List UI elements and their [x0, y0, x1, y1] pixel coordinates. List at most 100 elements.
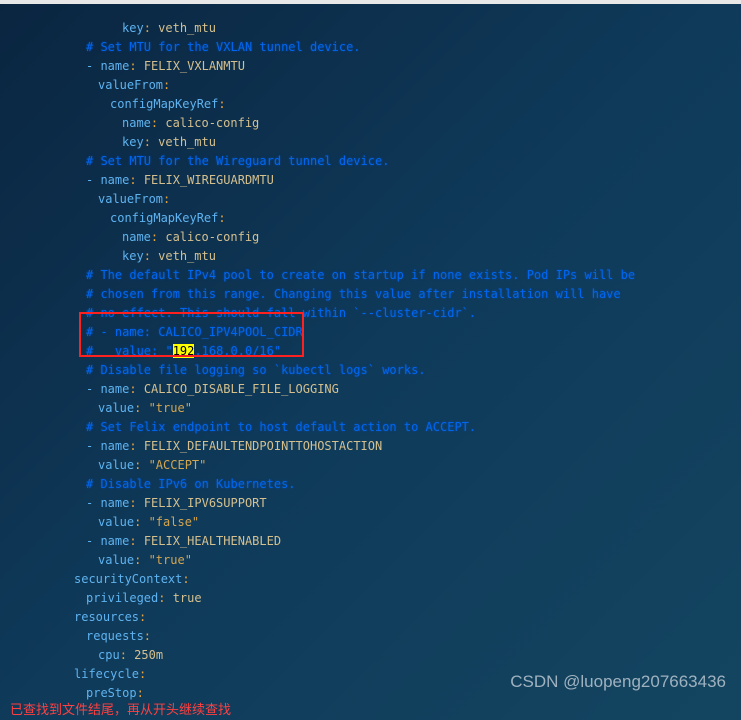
code-line[interactable]: value: "ACCEPT": [0, 456, 741, 475]
code-token: "false": [149, 515, 200, 529]
code-line[interactable]: # value: "192.168.0.0/16": [0, 342, 741, 361]
code-token: :: [218, 97, 225, 111]
code-token: value: [98, 401, 134, 415]
code-token: :: [129, 496, 143, 510]
code-line[interactable]: - name: FELIX_IPV6SUPPORT: [0, 494, 741, 513]
code-token: :: [129, 173, 143, 187]
code-token: CALICO_DISABLE_FILE_LOGGING: [144, 382, 339, 396]
code-token: FELIX_HEALTHENABLED: [144, 534, 281, 548]
code-token: -: [86, 534, 100, 548]
code-token: :: [134, 458, 148, 472]
code-token: name: [122, 116, 151, 130]
code-line[interactable]: # Set MTU for the VXLAN tunnel device.: [0, 38, 741, 57]
code-token: :: [163, 192, 170, 206]
code-line[interactable]: # - name: CALICO_IPV4POOL_CIDR: [0, 323, 741, 342]
code-token: 250m: [134, 648, 163, 662]
code-token: :: [158, 591, 172, 605]
code-line[interactable]: securityContext:: [0, 570, 741, 589]
code-token: :: [151, 230, 165, 244]
code-token: lifecycle: [74, 667, 139, 681]
code-token: # Set Felix endpoint to host default act…: [86, 420, 476, 434]
code-line[interactable]: cpu: 250m: [0, 646, 741, 665]
code-token: resources: [74, 610, 139, 624]
code-line[interactable]: - name: FELIX_HEALTHENABLED: [0, 532, 741, 551]
code-line[interactable]: valueFrom:: [0, 190, 741, 209]
code-line[interactable]: key: veth_mtu: [0, 247, 741, 266]
code-line[interactable]: # Disable file logging so `kubectl logs`…: [0, 361, 741, 380]
code-line[interactable]: - name: FELIX_VXLANMTU: [0, 57, 741, 76]
code-token: -: [86, 439, 100, 453]
code-line[interactable]: # no effect. This should fall within `--…: [0, 304, 741, 323]
code-token: key: [122, 21, 144, 35]
code-token: valueFrom: [98, 78, 163, 92]
code-token: name: [100, 382, 129, 396]
code-token: veth_mtu: [158, 21, 216, 35]
code-token: :: [139, 667, 146, 681]
code-line[interactable]: valueFrom:: [0, 76, 741, 95]
code-token: :: [139, 610, 146, 624]
code-token: name: [100, 534, 129, 548]
code-token: key: [122, 249, 144, 263]
code-line[interactable]: value: "true": [0, 551, 741, 570]
code-token: cpu: [98, 648, 120, 662]
code-line[interactable]: name: calico-config: [0, 228, 741, 247]
code-token: .168.0.0/16": [194, 344, 281, 358]
code-token: privileged: [86, 591, 158, 605]
code-token: # Set MTU for the Wireguard tunnel devic…: [86, 154, 389, 168]
code-line[interactable]: key: veth_mtu: [0, 133, 741, 152]
code-line[interactable]: - name: CALICO_DISABLE_FILE_LOGGING: [0, 380, 741, 399]
code-token: :: [129, 59, 143, 73]
status-message: 已查找到文件结尾，再从开头继续查找: [10, 699, 231, 718]
code-token: value: [98, 553, 134, 567]
code-token: -: [86, 382, 100, 396]
code-token: veth_mtu: [158, 249, 216, 263]
code-line[interactable]: # The default IPv4 pool to create on sta…: [0, 266, 741, 285]
code-token: true: [173, 591, 202, 605]
code-token: :: [144, 629, 151, 643]
code-token: # no effect. This should fall within `--…: [86, 306, 476, 320]
code-line[interactable]: key: veth_mtu: [0, 19, 741, 38]
code-token: :: [218, 211, 225, 225]
code-token: calico-config: [165, 116, 259, 130]
code-line[interactable]: name: calico-config: [0, 114, 741, 133]
code-token: requests: [86, 629, 144, 643]
code-token: value: [98, 515, 134, 529]
code-token: # The default IPv4 pool to create on sta…: [86, 268, 635, 282]
code-token: calico-config: [165, 230, 259, 244]
code-token: :: [120, 648, 134, 662]
code-token: :: [134, 515, 148, 529]
code-line[interactable]: requests:: [0, 627, 741, 646]
code-token: name: [122, 230, 151, 244]
code-token: FELIX_VXLANMTU: [144, 59, 245, 73]
code-token: configMapKeyRef: [110, 97, 218, 111]
code-token: name: [100, 439, 129, 453]
code-token: value: [98, 458, 134, 472]
code-line[interactable]: - name: FELIX_WIREGUARDMTU: [0, 171, 741, 190]
code-line[interactable]: value: "false": [0, 513, 741, 532]
code-token: configMapKeyRef: [110, 211, 218, 225]
code-line[interactable]: privileged: true: [0, 589, 741, 608]
code-token: name: [100, 496, 129, 510]
code-token: securityContext: [74, 572, 182, 586]
code-line[interactable]: configMapKeyRef:: [0, 209, 741, 228]
code-token: :: [129, 382, 143, 396]
code-line[interactable]: # Set Felix endpoint to host default act…: [0, 418, 741, 437]
code-token: :: [144, 249, 158, 263]
code-token: :: [134, 401, 148, 415]
code-token: preStop: [86, 686, 137, 700]
code-token: FELIX_WIREGUARDMTU: [144, 173, 274, 187]
code-line[interactable]: resources:: [0, 608, 741, 627]
code-line[interactable]: value: "true": [0, 399, 741, 418]
code-line[interactable]: - name: FELIX_DEFAULTENDPOINTTOHOSTACTIO…: [0, 437, 741, 456]
code-token: -: [86, 173, 100, 187]
code-token: 192: [173, 344, 195, 358]
code-line[interactable]: configMapKeyRef:: [0, 95, 741, 114]
code-token: "true": [149, 401, 192, 415]
code-line[interactable]: # Disable IPv6 on Kubernetes.: [0, 475, 741, 494]
code-token: # value: ": [86, 344, 173, 358]
code-editor[interactable]: key: veth_mtu# Set MTU for the VXLAN tun…: [0, 4, 741, 703]
code-line[interactable]: # Set MTU for the Wireguard tunnel devic…: [0, 152, 741, 171]
code-token: # Disable IPv6 on Kubernetes.: [86, 477, 296, 491]
code-token: :: [129, 439, 143, 453]
code-line[interactable]: # chosen from this range. Changing this …: [0, 285, 741, 304]
